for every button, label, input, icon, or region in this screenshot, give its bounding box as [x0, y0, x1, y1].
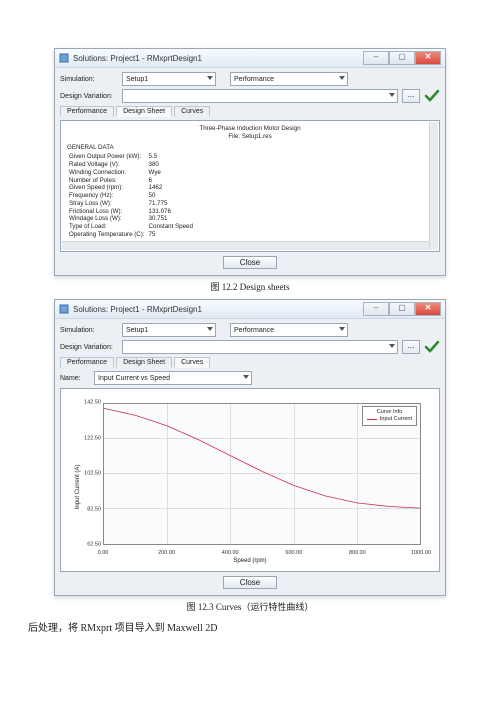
design-sheet-panel: Three-Phase Induction Motor Design File:…	[60, 120, 440, 252]
titlebar[interactable]: Solutions: Project1 - RMxprtDesign1 – ▢ …	[55, 49, 445, 68]
x-axis-label: Speed (rpm)	[67, 558, 433, 566]
sheet-header1: Three-Phase Induction Motor Design	[67, 125, 433, 133]
xtick: 400.00	[222, 550, 239, 557]
app-icon	[59, 53, 69, 63]
table-row: Given Speed (rpm):1462	[67, 184, 195, 192]
close-button[interactable]: Close	[223, 256, 277, 269]
figure-caption-2: 图 12.3 Curves（运行特性曲线）	[28, 600, 472, 613]
body-text: 后处理，将 RMxprt 项目导入到 Maxwell 2D	[28, 619, 472, 634]
chart-panel: 62.50 82.50 102.50 122.50 142.50 0.00 20…	[60, 388, 440, 572]
chart-legend: Curve Info Input Current	[362, 406, 417, 426]
xtick: 600.00	[285, 550, 302, 557]
design-variation-browse-button[interactable]: ...	[402, 340, 420, 354]
figure-caption-1: 图 12.2 Design sheets	[28, 280, 472, 293]
curve-name-select[interactable]: Input Current vs Speed	[94, 371, 252, 385]
window-body: Simulation: Setup1 Performance Design Va…	[55, 68, 445, 275]
window-title: Solutions: Project1 - RMxprtDesign1	[73, 54, 363, 63]
design-variation-label: Design Variation:	[60, 93, 118, 100]
maximize-button[interactable]: ▢	[389, 302, 415, 316]
context-select[interactable]: Performance	[230, 72, 348, 86]
table-row: Winding Connection:Wye	[67, 169, 195, 177]
design-variation-select[interactable]	[122, 89, 398, 103]
simulation-select[interactable]: Setup1	[122, 323, 216, 337]
window-controls: – ▢ ✕	[363, 51, 441, 65]
tab-performance[interactable]: Performance	[60, 357, 114, 368]
curve-name-label: Name:	[60, 375, 90, 382]
table-row: Frequency (Hz):50	[67, 192, 195, 200]
table-row: Stray Loss (W):71.775	[67, 200, 195, 208]
apply-check-icon[interactable]	[424, 340, 440, 354]
table-row: Type of Load:Constant Speed	[67, 223, 195, 231]
window-body: Simulation: Setup1 Performance Design Va…	[55, 319, 445, 595]
ytick: 142.50	[71, 400, 101, 407]
design-variation-label: Design Variation:	[60, 344, 118, 351]
tab-curves[interactable]: Curves	[174, 357, 210, 368]
tab-design-sheet[interactable]: Design Sheet	[116, 106, 172, 117]
table-row: Rated Voltage (V):380	[67, 161, 195, 169]
window-controls: – ▢ ✕	[363, 302, 441, 316]
table-row: Operating Temperature (C):75	[67, 231, 195, 239]
ytick: 122.50	[71, 435, 101, 442]
close-button[interactable]: Close	[223, 576, 277, 589]
titlebar[interactable]: Solutions: Project1 - RMxprtDesign1 – ▢ …	[55, 300, 445, 319]
app-icon	[59, 304, 69, 314]
simulation-label: Simulation:	[60, 327, 118, 334]
tab-design-sheet[interactable]: Design Sheet	[116, 357, 172, 368]
legend-series-label: Input Current	[380, 416, 412, 423]
window-design-sheet: Solutions: Project1 - RMxprtDesign1 – ▢ …	[54, 48, 446, 276]
simulation-select[interactable]: Setup1	[122, 72, 216, 86]
legend-title: Curve Info	[367, 409, 412, 416]
tabs: Performance Design Sheet Curves	[60, 106, 440, 117]
table-row: Frictional Loss (W):131.076	[67, 208, 195, 216]
maximize-button[interactable]: ▢	[389, 51, 415, 65]
close-window-button[interactable]: ✕	[415, 51, 441, 65]
design-variation-browse-button[interactable]: ...	[402, 89, 420, 103]
minimize-button[interactable]: –	[363, 302, 389, 316]
tabs: Performance Design Sheet Curves	[60, 357, 440, 368]
legend-swatch-icon	[367, 419, 377, 420]
vertical-scrollbar[interactable]	[429, 122, 438, 250]
xtick: 800.00	[349, 550, 366, 557]
table-row: Given Output Power (kW):5.5	[67, 153, 195, 161]
sheet-section-general: GENERAL DATA	[67, 144, 433, 152]
ytick: 62.50	[71, 542, 101, 549]
context-select[interactable]: Performance	[230, 323, 348, 337]
window-curves: Solutions: Project1 - RMxprtDesign1 – ▢ …	[54, 299, 446, 596]
table-row: Windage Loss (W):30.751	[67, 215, 195, 223]
table-row: Number of Poles:6	[67, 177, 195, 185]
simulation-label: Simulation:	[60, 76, 118, 83]
y-axis-label: Input Current (A)	[75, 465, 83, 510]
horizontal-scrollbar[interactable]	[62, 241, 429, 250]
design-variation-select[interactable]	[122, 340, 398, 354]
tab-curves[interactable]: Curves	[174, 106, 210, 117]
close-window-button[interactable]: ✕	[415, 302, 441, 316]
minimize-button[interactable]: –	[363, 51, 389, 65]
xtick: 200.00	[158, 550, 175, 557]
xtick: 1000.00	[411, 550, 431, 557]
apply-check-icon[interactable]	[424, 89, 440, 103]
window-title: Solutions: Project1 - RMxprtDesign1	[73, 305, 363, 314]
general-data-table: Given Output Power (kW):5.5 Rated Voltag…	[67, 153, 195, 238]
xtick: 0.00	[98, 550, 109, 557]
tab-performance[interactable]: Performance	[60, 106, 114, 117]
sheet-header2: File: Setup1.res	[67, 133, 433, 141]
